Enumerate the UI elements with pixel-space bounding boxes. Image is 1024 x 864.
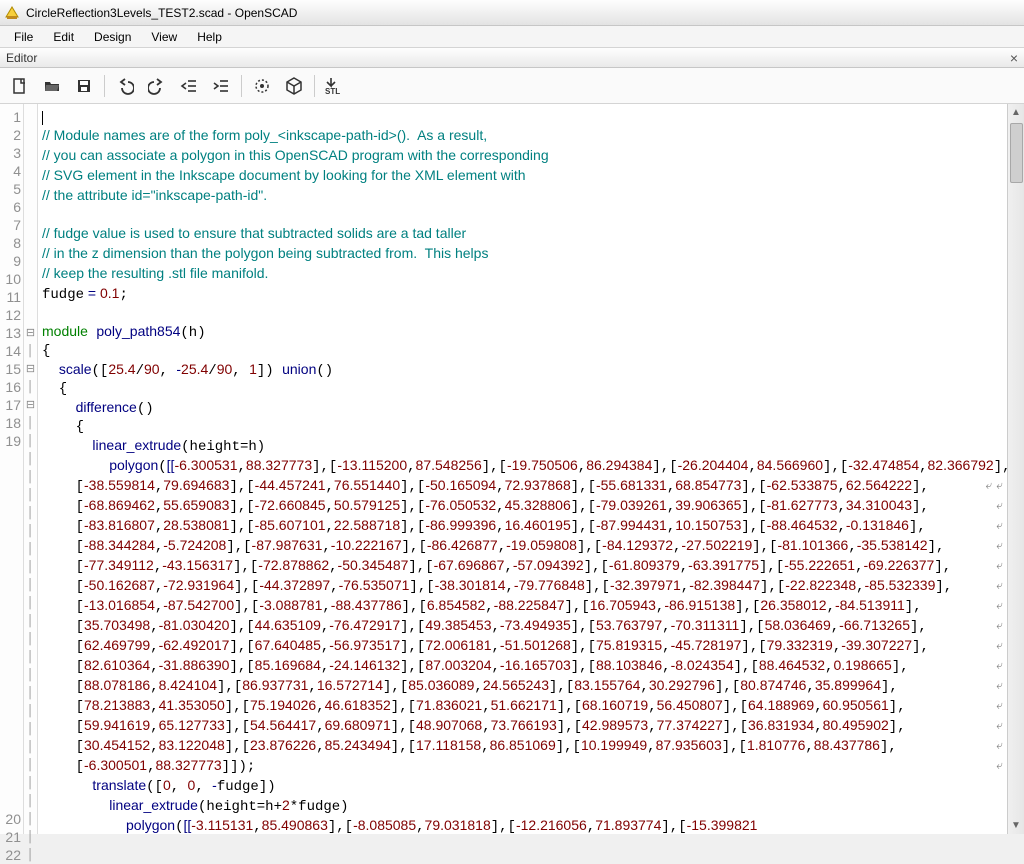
fold-column[interactable]: ⊟│⊟│⊟│││││││││││││││││││││││││: [24, 104, 38, 834]
menu-bar: File Edit Design View Help: [0, 26, 1024, 48]
window-title: CircleReflection3Levels_TEST2.scad - Ope…: [26, 6, 297, 20]
open-file-button[interactable]: [38, 72, 66, 100]
scroll-up-icon[interactable]: ▲: [1009, 104, 1024, 121]
line-number-gutter: 12345678910111213141516171819 202122: [0, 104, 24, 834]
menu-design[interactable]: Design: [84, 28, 141, 46]
toolbar-separator: [104, 75, 105, 97]
editor-panel-header: Editor ×: [0, 48, 1024, 68]
unindent-button[interactable]: [175, 72, 203, 100]
preview-button[interactable]: [248, 72, 276, 100]
menu-edit[interactable]: Edit: [43, 28, 84, 46]
save-file-button[interactable]: [70, 72, 98, 100]
scroll-down-icon[interactable]: ▼: [1009, 817, 1024, 834]
indent-button[interactable]: [207, 72, 235, 100]
redo-button[interactable]: [143, 72, 171, 100]
svg-text:STL: STL: [325, 87, 340, 96]
title-bar: CircleReflection3Levels_TEST2.scad - Ope…: [0, 0, 1024, 26]
menu-file[interactable]: File: [4, 28, 43, 46]
scrollbar-thumb[interactable]: [1010, 123, 1023, 183]
scrollbar-track[interactable]: [1009, 121, 1024, 817]
new-file-button[interactable]: [6, 72, 34, 100]
undo-button[interactable]: [111, 72, 139, 100]
toolbar-separator: [314, 75, 315, 97]
app-icon: [4, 5, 20, 21]
close-icon[interactable]: ×: [1010, 50, 1018, 66]
menu-help[interactable]: Help: [187, 28, 232, 46]
export-stl-button[interactable]: STL: [321, 72, 349, 100]
toolbar-separator: [241, 75, 242, 97]
editor-panel-title: Editor: [6, 51, 37, 65]
render-button[interactable]: [280, 72, 308, 100]
toolbar: STL: [0, 68, 1024, 104]
menu-view[interactable]: View: [141, 28, 187, 46]
code-area[interactable]: // Module names are of the form poly_<in…: [38, 104, 1007, 834]
code-editor[interactable]: 12345678910111213141516171819 202122 ⊟│⊟…: [0, 104, 1024, 834]
vertical-scrollbar[interactable]: ▲ ▼: [1007, 104, 1024, 834]
